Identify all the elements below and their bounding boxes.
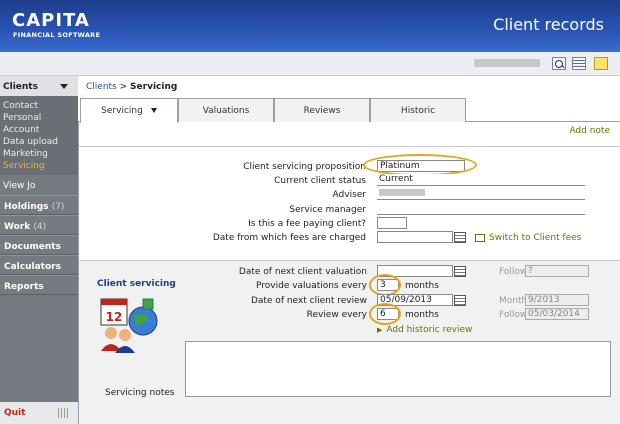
fee-paying-field[interactable] (377, 217, 407, 229)
proposition-highlight-ring (363, 154, 477, 176)
tab-valuations[interactable]: Valuations (178, 98, 274, 122)
status-label: Current client status (274, 176, 366, 186)
fees-date-label: Date from which fees are charged (212, 233, 366, 243)
breadcrumb-clients-link[interactable]: Clients (86, 82, 117, 92)
valuations-every-label: Provide valuations every (256, 281, 367, 291)
service-manager-label: Service manager (289, 205, 366, 215)
grid-icon[interactable] (572, 57, 586, 70)
month-field: 9/2013 (525, 294, 589, 306)
add-note-link[interactable]: Add note (569, 126, 610, 136)
service-manager-field[interactable] (377, 203, 585, 215)
sidebar-item-count: (7) (51, 202, 65, 212)
sidebar-client-submenu: Contact Personal Account Data upload Mar… (0, 96, 78, 175)
breadcrumb: Clients > Servicing (86, 82, 177, 92)
sidebar-item-data-upload[interactable]: Data upload (3, 136, 78, 148)
app-title: Client records (493, 15, 604, 34)
sidebar-item-personal[interactable]: Personal (3, 112, 78, 124)
client-servicing-heading: Client servicing (97, 279, 176, 289)
sidebar: Clients Contact Personal Account Data up… (0, 76, 78, 424)
tab-label: Servicing (101, 106, 143, 116)
add-historic-review-link[interactable]: Add historic review (377, 325, 472, 335)
next-valuation-label: Date of next client valuation (238, 267, 367, 277)
sidebar-item-documents[interactable]: Documents (0, 235, 78, 255)
logo: CAPITA (12, 10, 90, 31)
note-icon[interactable] (594, 57, 608, 70)
toolbar (0, 52, 620, 76)
sidebar-item-count: (4) (33, 222, 47, 232)
client-servicing-panel: Client servicing 12 Date of next client … (79, 260, 620, 424)
sidebar-item-servicing[interactable]: Servicing (3, 160, 78, 172)
adviser-field[interactable] (377, 188, 585, 200)
sidebar-item-label: Holdings (4, 202, 49, 212)
breadcrumb-current: Servicing (130, 82, 178, 92)
review-every-highlight-ring (369, 303, 401, 325)
sidebar-item-label: Documents (4, 242, 61, 252)
switch-to-client-fees-link[interactable]: Switch to Client fees (475, 233, 581, 243)
following-review-field: 05/03/2014 (525, 308, 589, 320)
proposition-label: Client servicing proposition (243, 162, 366, 172)
sidebar-clients-dropdown[interactable]: Clients (0, 76, 78, 96)
search-icon[interactable] (552, 57, 566, 70)
sidebar-view-client[interactable]: View Jo (0, 175, 78, 195)
sidebar-item-holdings[interactable]: Holdings (7) (0, 195, 78, 215)
sidebar-item-account[interactable]: Account (3, 124, 78, 136)
sidebar-item-marketing[interactable]: Marketing (3, 148, 78, 160)
months-label: months (405, 310, 439, 320)
sidebar-item-label: Reports (4, 282, 44, 292)
switch-icon (475, 233, 485, 242)
sidebar-item-work[interactable]: Work (4) (0, 215, 78, 235)
user-name-redacted (474, 59, 540, 67)
month-label: Month (499, 296, 528, 306)
tab-servicing[interactable]: Servicing (80, 98, 178, 123)
tab-historic[interactable]: Historic (370, 98, 466, 122)
calendar-icon[interactable] (454, 295, 466, 306)
sidebar-item-contact[interactable]: Contact (3, 100, 78, 112)
servicing-notes-label: Servicing notes (105, 388, 175, 398)
sidebar-item-label: Work (4, 222, 31, 232)
servicing-content: Add note Client servicing proposition Pl… (78, 122, 620, 424)
calendar-icon[interactable] (454, 266, 466, 277)
calendar-people-globe-icon: 12 (100, 298, 158, 353)
chevron-down-icon (150, 108, 157, 113)
fee-paying-label: Is this a fee paying client? (248, 219, 366, 229)
next-review-label: Date of next client review (250, 296, 367, 306)
breadcrumb-separator: > (119, 82, 128, 92)
sidebar-item-reports[interactable]: Reports (0, 275, 78, 295)
main-panel: Clients > Servicing Servicing Valuations… (78, 76, 620, 424)
fees-date-input[interactable] (377, 231, 453, 243)
calendar-icon[interactable] (454, 232, 466, 243)
valuations-every-highlight-ring (369, 274, 401, 296)
months-label: months (405, 281, 439, 291)
servicing-notes-textarea[interactable] (185, 341, 611, 397)
sidebar-item-label: Calculators (4, 262, 61, 272)
review-every-label: Review every (306, 310, 367, 320)
sidebar-item-calculators[interactable]: Calculators (0, 255, 78, 275)
divider (79, 146, 620, 147)
status-field[interactable]: Current (377, 174, 585, 186)
tab-reviews[interactable]: Reviews (274, 98, 370, 122)
svg-text:12: 12 (106, 310, 123, 324)
tab-bar: Servicing Valuations Reviews Historic (78, 98, 620, 123)
adviser-label: Adviser (332, 190, 366, 200)
logo-subtitle: FINANCIAL SOFTWARE (13, 31, 101, 39)
adviser-name-redacted (379, 189, 425, 196)
quit-button[interactable]: Quit (0, 402, 78, 424)
following-valuation-field: ? (525, 265, 589, 277)
app-header: CAPITA FINANCIAL SOFTWARE Client records (0, 0, 620, 52)
